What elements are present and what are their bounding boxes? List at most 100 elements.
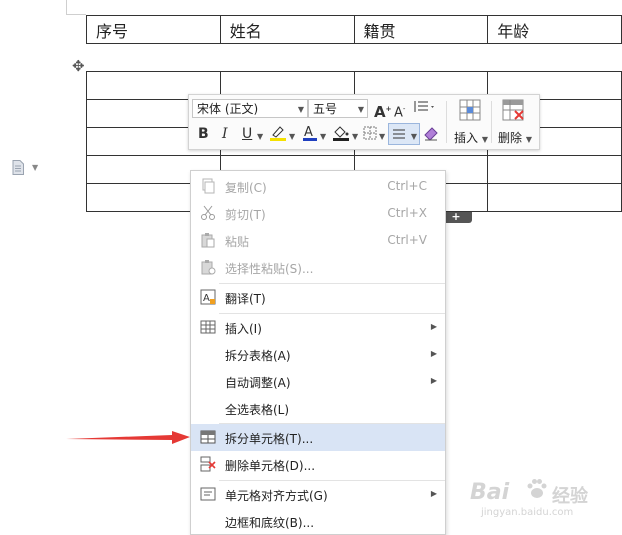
menu-item-label: 自动调整(A) [225,376,291,390]
menu-item-label: 粘贴 [225,235,250,249]
annotation-arrow-icon [66,431,190,444]
menu-item-label: 全选表格(L) [225,403,290,417]
eraser-icon [424,127,438,141]
chevron-down-icon: ▼ [357,105,364,114]
clear-format-button[interactable] [422,124,440,147]
menu-item-borders-shading[interactable]: 边框和底纹(B)... [191,508,445,534]
split-cells-icon [200,430,216,444]
menu-item-label: 单元格对齐方式(G) [225,489,328,503]
delete-table-label[interactable]: 删除 ▼ [498,129,532,146]
italic-button[interactable]: I [222,125,228,143]
paint-bucket-icon [333,126,349,141]
chevron-down-icon[interactable]: ▼ [257,128,263,146]
submenu-arrow-icon: ▶ [430,376,437,385]
menu-item-label: 翻译(T) [225,292,266,306]
menu-item-shortcut: Ctrl+V [387,233,427,247]
menu-item-insert[interactable]: 插入(I) ▶ [191,314,445,341]
table-cell[interactable] [487,155,622,184]
menu-item-paste[interactable]: 粘贴 Ctrl+V [191,227,445,254]
menu-item-cut[interactable]: 剪切(T) Ctrl+X [191,200,445,227]
chevron-down-icon[interactable]: ▼ [320,128,326,146]
font-name-select[interactable]: 宋体 (正文) ▼ [192,99,308,118]
paste-special-icon [201,260,216,275]
chevron-down-icon[interactable]: ▼ [32,163,38,172]
document-icon[interactable] [12,160,24,175]
table-cell[interactable] [487,183,622,212]
table-insert-icon [459,99,481,121]
table-delete-icon [502,99,524,121]
menu-item-label: 剪切(T) [225,208,266,222]
submenu-arrow-icon: ▶ [430,489,437,498]
insert-table-label[interactable]: 插入 ▼ [454,129,488,146]
menu-item-label: 删除单元格(D)... [225,459,316,473]
toolbar-divider [446,101,447,143]
highlight-button[interactable] [268,124,288,147]
highlighter-icon [270,126,286,141]
chevron-down-icon[interactable]: ▼ [352,128,358,146]
submenu-arrow-icon: ▶ [430,349,437,358]
chevron-down-icon: ▼ [297,105,304,114]
menu-item-label: 拆分单元格(T)... [225,432,314,446]
svg-text:A: A [304,125,313,140]
shrink-font-button[interactable]: A- [394,100,405,122]
menu-item-split-cells[interactable]: 拆分单元格(T)... [191,424,445,451]
toolbar-divider [491,101,492,143]
chevron-down-icon[interactable]: ▼ [289,128,295,146]
scissors-icon [201,205,215,220]
menu-item-paste-special[interactable]: 选择性粘贴(S)... [191,254,445,281]
header-cell[interactable]: 序号 [86,15,221,44]
baidu-paw-logo-icon [527,479,547,498]
underline-button[interactable]: U [242,125,252,143]
cell-align-icon [200,487,216,501]
watermark-brand: Bai [470,480,510,505]
shading-button[interactable] [331,124,351,147]
menu-item-auto-fit[interactable]: 自动调整(A) ▶ [191,368,445,395]
line-spacing-button[interactable] [413,99,435,120]
copy-icon [202,178,215,194]
line-spacing-icon [414,101,434,112]
table-move-handle-icon[interactable]: ✥ [72,58,85,74]
menu-item-select-table[interactable]: 全选表格(L) [191,395,445,422]
header-cell[interactable]: 年龄 [487,15,622,44]
insert-table-button[interactable] [459,99,481,126]
header-table: 序号 姓名 籍贯 年龄 [86,15,622,44]
grow-font-button[interactable]: A+ [374,100,391,121]
watermark-url: jingyan.baidu.com [481,507,574,518]
bold-button[interactable]: B [198,125,209,143]
font-size-value: 五号 [313,102,338,116]
translate-icon: A [200,289,216,305]
menu-item-delete-cells[interactable]: 删除单元格(D)... [191,451,445,478]
font-color-button[interactable]: A [301,124,319,147]
header-cell[interactable]: 姓名 [219,15,355,44]
menu-item-split-table[interactable]: 拆分表格(A) ▶ [191,341,445,368]
menu-item-copy[interactable]: 复制(C) Ctrl+C [191,173,445,200]
svg-text:A: A [203,293,210,304]
font-color-icon: A [303,125,317,141]
align-center-icon [393,129,405,139]
chevron-down-icon[interactable]: ▼ [379,128,385,146]
menu-item-shortcut: Ctrl+C [387,179,427,193]
mini-toolbar: 宋体 (正文) ▼ 五号 ▼ A+ A- B I U ▼ ▼ A ▼ ▼ ▼ ▼… [188,94,540,150]
table-insert-icon [200,320,216,334]
menu-item-label: 插入(I) [225,322,262,336]
menu-item-shortcut: Ctrl+X [387,206,427,220]
paste-icon [201,233,215,248]
menu-item-label: 边框和底纹(B)... [225,516,315,530]
page-margin-mark [66,0,67,14]
context-menu: 复制(C) Ctrl+C 剪切(T) Ctrl+X 粘贴 Ctrl+V 选择性粘… [190,170,446,535]
page-margin-mark [66,14,86,15]
align-button[interactable]: ▼ [388,123,420,145]
borders-icon [363,126,377,140]
header-cell[interactable]: 籍贯 [353,15,489,44]
menu-item-label: 复制(C) [225,181,267,195]
menu-item-translate[interactable]: A 翻译(T) [191,284,445,311]
delete-cells-icon [200,456,216,472]
borders-button[interactable] [362,125,378,146]
menu-item-cell-alignment[interactable]: 单元格对齐方式(G) ▶ [191,481,445,508]
menu-item-label: 选择性粘贴(S)... [225,262,314,276]
menu-item-label: 拆分表格(A) [225,349,291,363]
watermark-brand-suffix: 经验 [552,486,588,507]
font-size-select[interactable]: 五号 ▼ [308,99,368,118]
submenu-arrow-icon: ▶ [430,322,437,331]
delete-table-button[interactable] [502,99,526,126]
